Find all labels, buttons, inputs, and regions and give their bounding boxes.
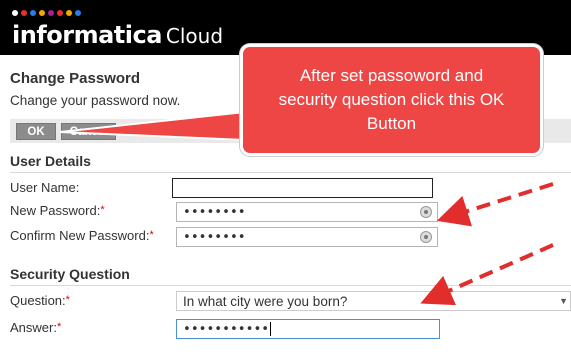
instruction-callout: After set passoword and security questio… [240, 44, 543, 156]
callout-pointer [59, 110, 246, 142]
callout-text: After set passoword and security questio… [278, 66, 505, 133]
arrow-to-passwords [436, 182, 554, 227]
arrow-to-question [420, 243, 554, 306]
